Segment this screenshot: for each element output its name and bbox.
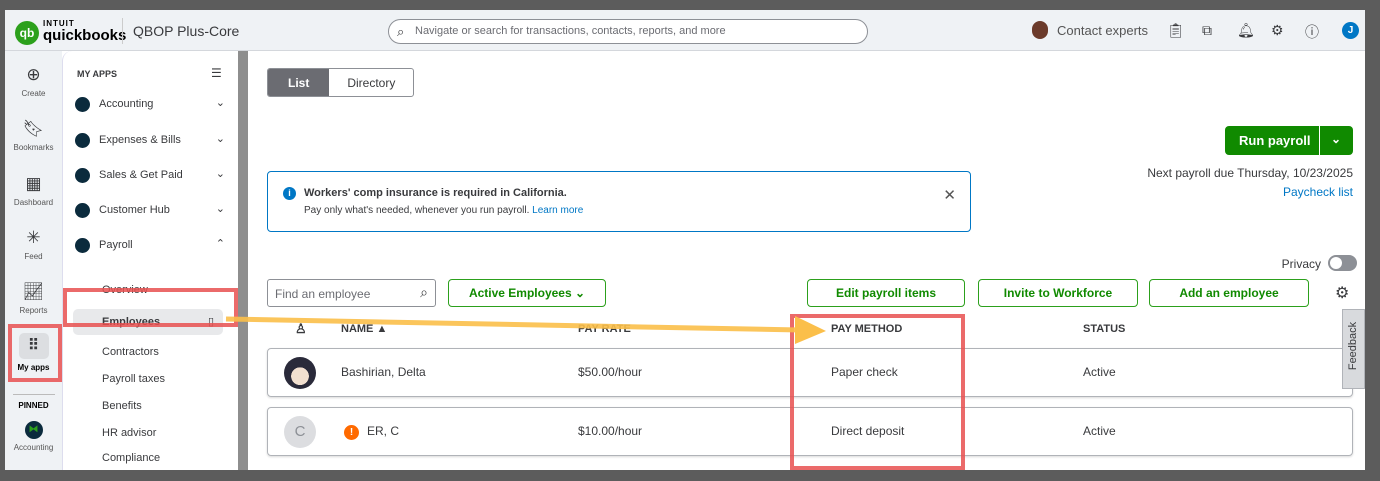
annotation-arrow-line	[225, 316, 801, 333]
annotation-arrow	[225, 316, 826, 344]
annotation-arrow-head	[795, 316, 826, 344]
